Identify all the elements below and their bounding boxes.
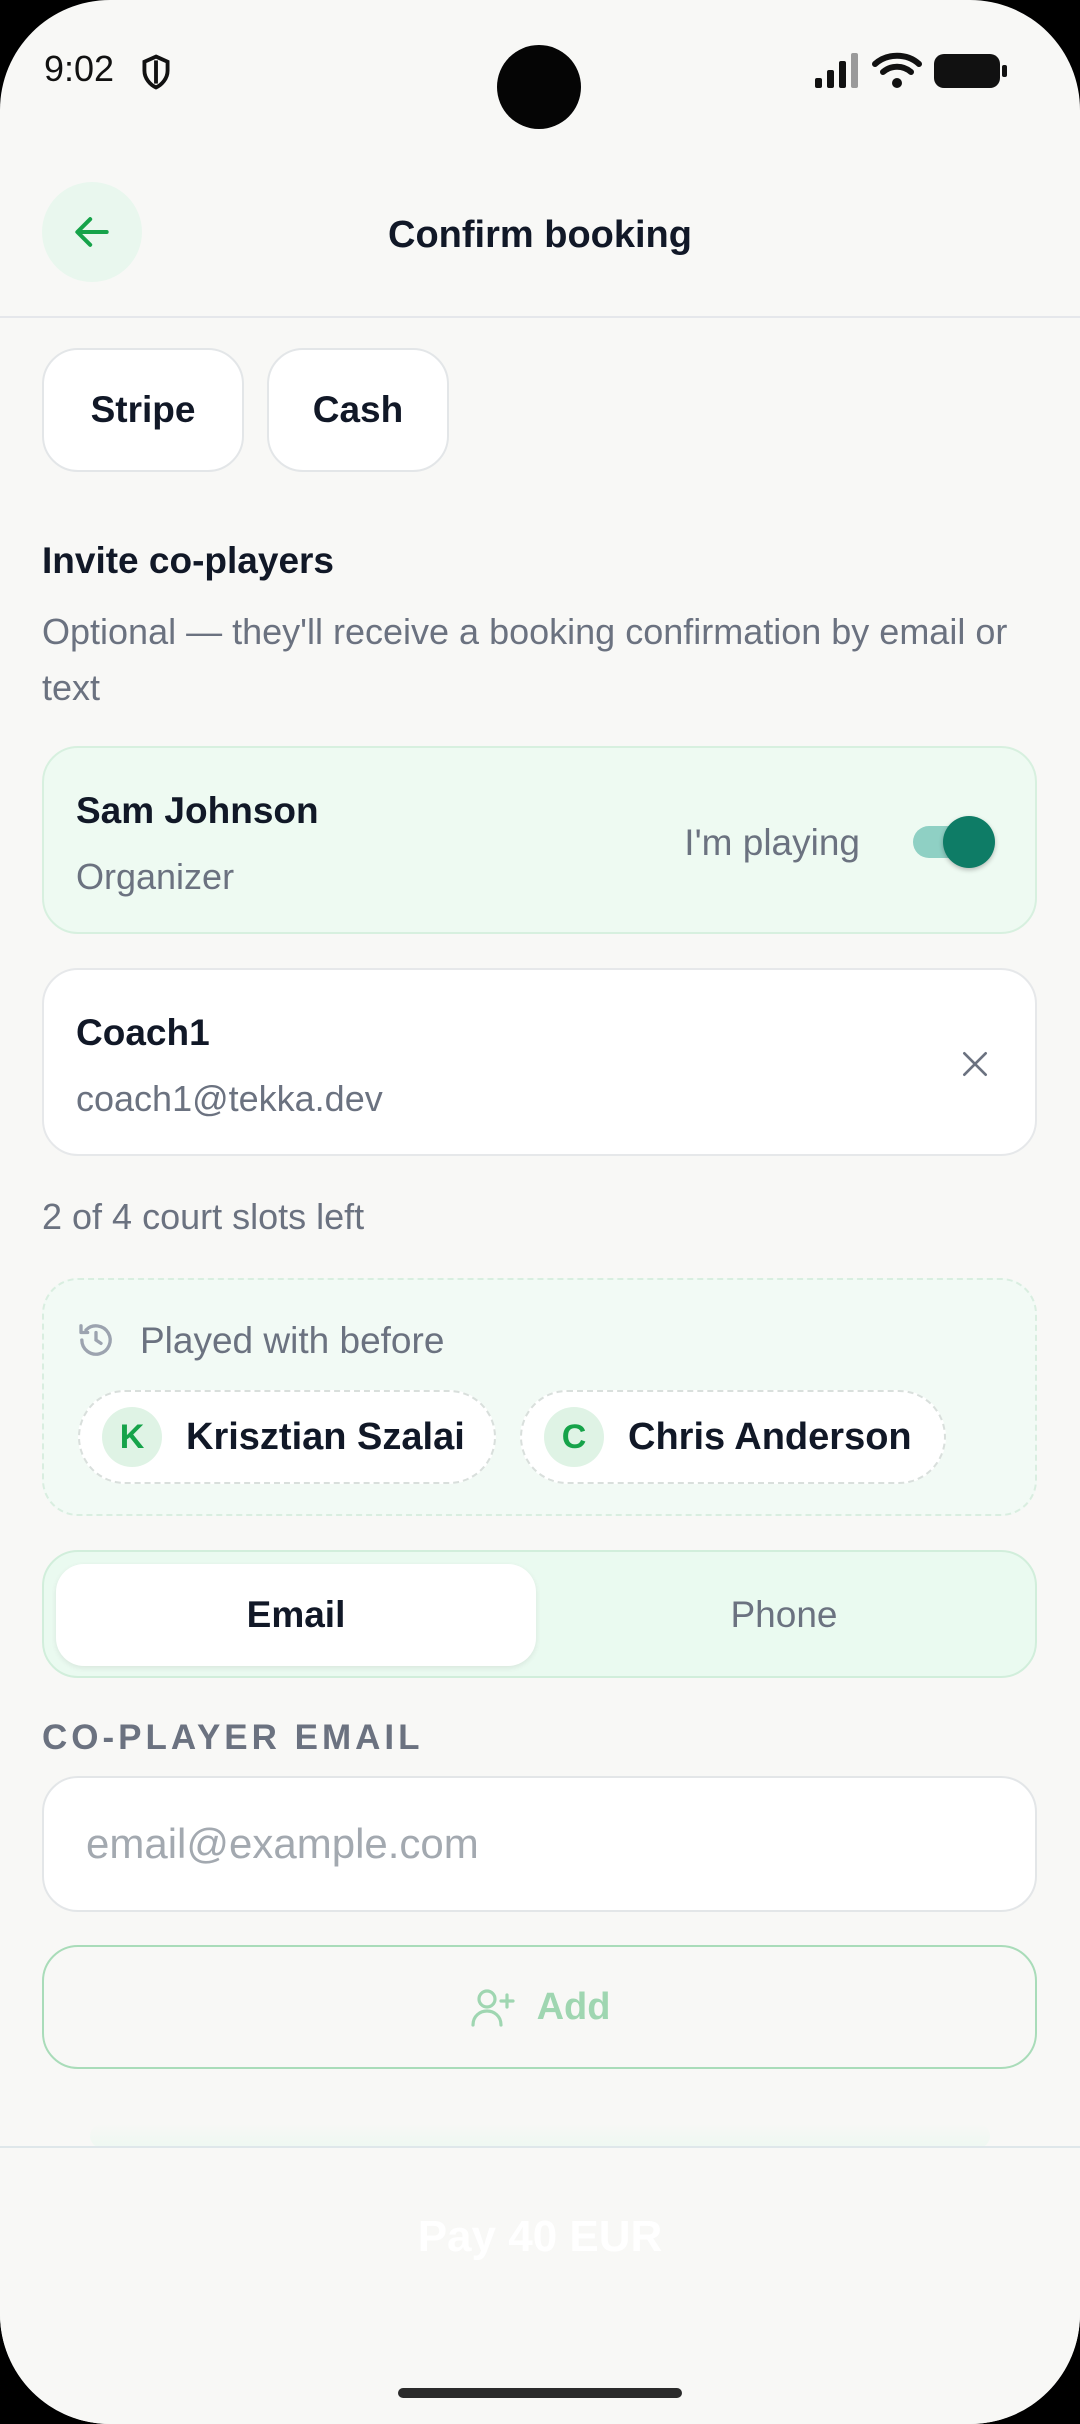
user-plus-icon [470, 1989, 515, 2027]
played-before-title: Played with before [140, 1320, 445, 1361]
payment-cash-chip[interactable]: Cash [267, 348, 449, 472]
recent-player-name: Chris Anderson [628, 1415, 912, 1458]
bottom-bar [0, 2146, 1080, 2424]
header: Confirm booking [0, 170, 1080, 318]
playing-toggle[interactable] [909, 816, 995, 868]
playing-label: I'm playing [684, 822, 860, 863]
remove-coplayer-button[interactable] [951, 1040, 999, 1088]
organizer-card: Sam Johnson Organizer I'm playing [42, 746, 1037, 934]
status-bar: 9:02 [0, 0, 1080, 150]
coplayer-email: coach1@tekka.dev [76, 1078, 383, 1119]
coplayer-name: Coach1 [76, 1012, 210, 1053]
toggle-knob [943, 816, 995, 868]
battery-icon [934, 54, 1007, 88]
add-button-label: Add [536, 1985, 611, 2028]
pay-button[interactable]: Pay 40 EUR [0, 2212, 1080, 2262]
close-icon [963, 1052, 987, 1076]
invite-title: Invite co-players [42, 540, 335, 581]
wifi-icon [872, 52, 922, 88]
slots-remaining: 2 of 4 court slots left [42, 1196, 365, 1237]
played-before-section: Played with before K Krisztian Szalai C … [42, 1278, 1037, 1516]
email-field[interactable] [42, 1776, 1037, 1912]
recent-player-chip[interactable]: C Chris Anderson [520, 1390, 946, 1484]
organizer-name: Sam Johnson [76, 790, 319, 831]
scroll-fade [90, 2124, 990, 2148]
avatar: K [102, 1407, 162, 1467]
front-camera [497, 45, 581, 129]
home-indicator [398, 2388, 682, 2398]
coplayer-card: Coach1 coach1@tekka.dev [42, 968, 1037, 1156]
signal-icon [815, 53, 858, 88]
payment-stripe-chip[interactable]: Stripe [42, 348, 244, 472]
phone-screen: 9:02 Confirm booking Stripe Cash Invite … [0, 0, 1080, 2424]
add-coplayer-button[interactable]: Add [42, 1945, 1037, 2069]
page-title: Confirm booking [388, 214, 692, 256]
organizer-role: Organizer [76, 856, 235, 897]
shield-icon [142, 54, 170, 90]
status-time: 9:02 [44, 48, 115, 89]
contact-type-toggle: Email Phone [42, 1550, 1037, 1678]
avatar: C [544, 1407, 604, 1467]
invite-subtitle: Optional — they'll receive a booking con… [42, 611, 1008, 708]
history-icon [79, 1324, 112, 1356]
recent-player-name: Krisztian Szalai [186, 1415, 465, 1458]
email-field-label: CO-PLAYER EMAIL [42, 1718, 424, 1757]
tab-phone[interactable]: Phone [539, 1564, 1029, 1666]
tab-email[interactable]: Email [56, 1564, 536, 1666]
recent-player-chip[interactable]: K Krisztian Szalai [78, 1390, 496, 1484]
